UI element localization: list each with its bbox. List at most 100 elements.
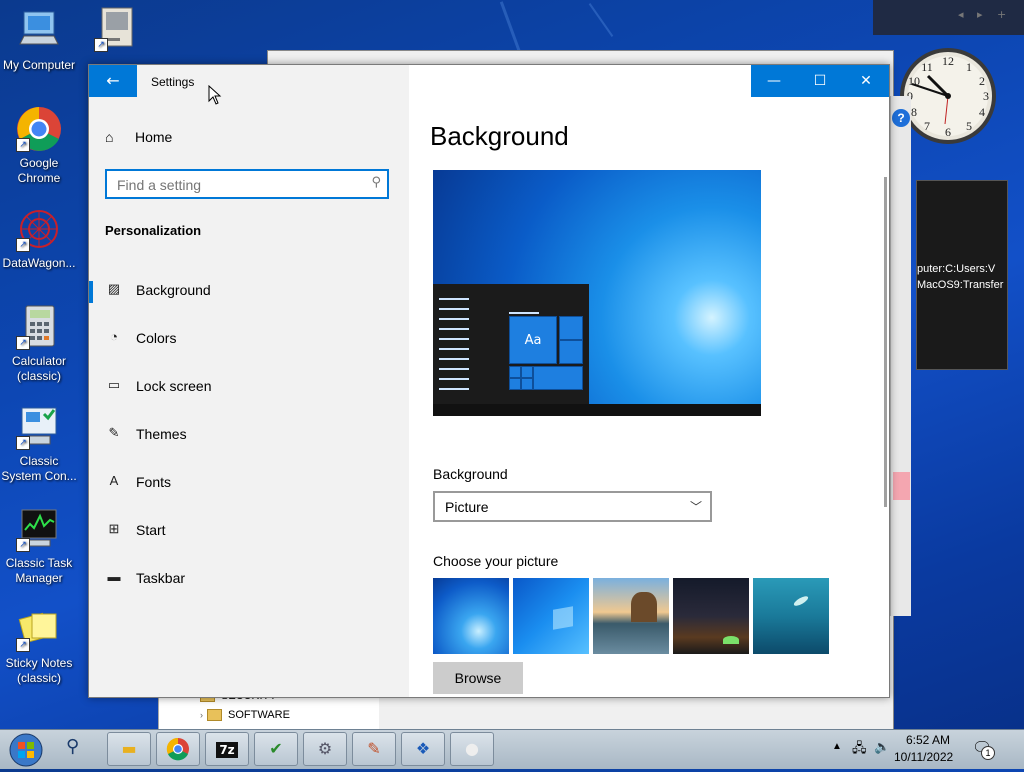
taskbar-file-explorer[interactable]: ▬ [107,732,151,766]
search-icon[interactable]: ⚲ [66,736,79,757]
tray-time[interactable]: 6:52 AM [898,733,958,747]
search-icon: ⚲ [371,175,381,190]
taskbar-settings[interactable]: ⚙ [303,732,347,766]
desktop-icon-classic-mac[interactable]: ↗ [78,6,156,56]
start-button[interactable] [6,732,46,767]
chevron-down-icon: ﹀ [689,500,702,514]
close-icon: ✕ [860,73,872,89]
desktop-icon-label: Calculator (classic) [11,354,67,383]
tree-item-software[interactable]: › SOFTWARE [200,709,290,722]
background-app-scrollbar[interactable] [890,96,911,616]
back-button[interactable]: ← [89,65,137,97]
fonts-icon: A [109,473,119,488]
help-icon[interactable]: ? [892,109,910,127]
desktop-icon-system-control[interactable]: ↗ Classic System Con... [0,404,78,484]
desktop-icon-my-computer[interactable]: My Computer [0,8,78,73]
settings-window[interactable]: ← Settings ⌂ Home ⚲ Personalization ▨ Back… [88,64,890,698]
background-label: Background [433,466,508,482]
picture-thumbnail-4[interactable] [673,578,749,654]
gadget-add-icon[interactable]: + [997,8,1006,21]
settings-scrollbar[interactable] [884,177,887,507]
back-arrow-icon: ← [106,71,120,90]
search-input[interactable] [115,172,359,198]
section-heading: Personalization [105,223,202,238]
minimize-button[interactable]: — [751,65,797,97]
palette-icon: ◔ [110,329,118,344]
shortcut-arrow-icon: ↗ [16,138,30,152]
background-type-select[interactable]: Picture ﹀ [433,491,712,522]
picture-thumbnail-1[interactable] [433,578,509,654]
svg-text:8: 8 [911,105,917,119]
desktop-icon-label: Google Chrome [17,156,61,185]
preview-line [439,358,469,360]
taskbar: ⚲ ▬ 7z ✔ ⚙ ✎ ❖ ● ▲ 🖧 🔈 6:52 AM 10/11/202… [0,729,1024,769]
svg-text:12: 12 [942,54,954,68]
svg-text:2: 2 [979,74,985,88]
home-link[interactable]: ⌂ Home [105,129,172,145]
taskbar-7zip[interactable]: 7z [205,732,249,766]
nav-item-background[interactable]: ▨ Background [89,271,409,311]
preview-line [439,308,469,310]
nav-item-colors[interactable]: ◔ Colors [89,319,409,359]
gadget-prev-icon[interactable]: ◂ [958,8,964,21]
desktop-icon-chrome[interactable]: ↗ Google Chrome [0,106,78,186]
preview-start-menu: Aa [433,284,589,404]
svg-text:7: 7 [924,119,930,133]
preview-line [439,388,469,390]
network-icon[interactable]: 🖧 [852,739,867,761]
tray-date[interactable]: 10/11/2022 [894,750,953,764]
desktop-icon-datawagon[interactable]: ↗ DataWagon... [0,206,78,271]
nav-item-fonts[interactable]: A Fonts [89,463,409,503]
home-icon: ⌂ [105,129,114,145]
picture-thumbnail-3[interactable] [593,578,669,654]
file-explorer-icon: ▬ [121,739,137,758]
nav-item-start[interactable]: ⊞ Start [89,511,409,551]
preview-line [439,348,469,350]
taskbar-control-panel[interactable]: ✔ [254,732,298,766]
desktop-icon-label: My Computer [2,58,76,72]
desktop-icon-calculator[interactable]: ↗ Calculator (classic) [0,304,78,384]
shortcut-arrow-icon: ↗ [16,238,30,252]
preview-line [439,328,469,330]
preview-line [439,298,469,300]
sticky-notes-icon: ↗ [16,606,62,652]
nav-label: Fonts [136,474,172,490]
taskbar-virtualbox[interactable]: ❖ [401,732,445,766]
search-box[interactable]: ⚲ [105,169,389,199]
preview-tile [521,366,533,378]
taskbar-chrome[interactable] [156,732,200,766]
7zip-icon: 7z [216,742,238,758]
picture-thumbnail-2[interactable] [513,578,589,654]
nav-label: Colors [136,330,177,346]
nav-item-taskbar[interactable]: ▬ Taskbar [89,559,409,599]
gadget-next-icon[interactable]: ▸ [977,8,983,21]
notification-center-button[interactable]: 🗨 1 [972,738,995,760]
maximize-button[interactable]: ☐ [797,65,843,97]
nav-item-lock-screen[interactable]: ▭ Lock screen [89,367,409,407]
desktop-icon-task-manager[interactable]: ↗ Classic Task Manager [0,506,78,586]
picture-thumbnail-5[interactable] [753,578,829,654]
swimmer-shape [792,594,810,608]
preview-taskbar [433,404,761,416]
lock-screen-icon: ▭ [107,377,121,392]
rock-shape [631,592,657,622]
shortcut-arrow-icon: ↗ [16,336,30,350]
shortcut-arrow-icon: ↗ [16,436,30,450]
background-app-highlight [893,472,910,500]
taskbar-paint[interactable]: ✎ [352,732,396,766]
browse-button[interactable]: Browse [433,662,523,694]
shortcut-arrow-icon: ↗ [16,538,30,552]
close-button[interactable]: ✕ [843,65,889,97]
maximize-icon: ☐ [813,73,827,89]
preview-tile: Aa [509,316,557,364]
expand-icon[interactable]: › [200,710,203,720]
nav-item-themes[interactable]: ✎ Themes [89,415,409,455]
volume-icon[interactable]: 🔈 [874,739,890,755]
control-panel-icon: ✔ [269,739,283,758]
folder-icon [207,709,222,722]
brush-icon: ✎ [108,425,120,440]
preview-tile [559,340,583,364]
taskbar-blank-app[interactable]: ● [450,732,494,766]
tray-expand-icon[interactable]: ▲ [832,741,842,752]
desktop-icon-sticky-notes[interactable]: ↗ Sticky Notes (classic) [0,606,78,686]
